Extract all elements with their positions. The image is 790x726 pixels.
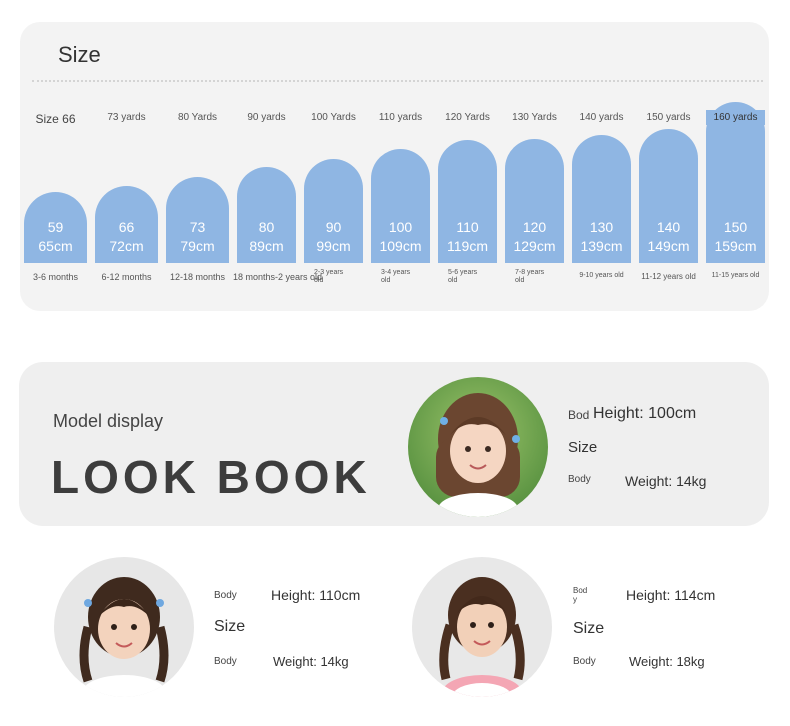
size-value: 59 xyxy=(47,219,64,235)
height-value: 65cm xyxy=(38,238,73,254)
size-bar: 73 79cm xyxy=(166,177,229,263)
age-label: 12-18 months xyxy=(169,272,226,282)
body-label: Bod xyxy=(568,408,590,422)
size-column: Size 66 59 65cm 3-6 months xyxy=(20,22,91,311)
body-label: Body xyxy=(214,590,237,601)
age-label: 11-15 years old xyxy=(711,272,760,279)
age-label: 11-12 years old xyxy=(641,272,696,281)
size-column: 100 Yards 90 99cm 2-3 years old xyxy=(300,22,367,311)
size-value: 66 xyxy=(118,219,135,235)
age-label: 6-12 months xyxy=(101,272,152,282)
height-value: 119cm xyxy=(447,238,488,254)
age-label: 9-10 years old xyxy=(579,272,624,279)
size-value: 110 xyxy=(456,219,479,235)
size-yard-label: 90 yards xyxy=(247,112,286,123)
size-column: 140 yards 130 139cm 9-10 years old xyxy=(568,22,635,311)
size-yard-label: 73 yards xyxy=(107,112,146,123)
weight-info: Weight: 14kg xyxy=(625,473,707,489)
size-label: Size xyxy=(573,620,605,637)
body-label: Body xyxy=(214,656,237,667)
age-label: 18 months-2 years old xyxy=(233,272,323,282)
size-value: 100 xyxy=(388,219,413,235)
size-yard-label: 130 Yards xyxy=(512,112,557,123)
height-value: 79cm xyxy=(180,238,215,254)
model-photo xyxy=(412,557,552,697)
size-chart-card: Size Size 66 59 65cm 3-6 months 73 yards… xyxy=(20,22,769,311)
height-value: 109cm xyxy=(379,238,422,254)
size-column: 130 Yards 120 129cm 7-8 years old xyxy=(501,22,568,311)
body-label: Body xyxy=(573,656,596,667)
size-value: 150 xyxy=(723,219,748,235)
height-value: 149cm xyxy=(647,238,690,254)
size-column: 80 Yards 73 79cm 12-18 months xyxy=(162,22,233,311)
weight-info: Weight: 14kg xyxy=(273,654,349,669)
size-bar: 140 149cm xyxy=(639,129,698,263)
model-photo xyxy=(54,557,194,697)
size-value: 120 xyxy=(522,219,547,235)
size-bar: 100 109cm xyxy=(371,149,430,263)
height-value: 129cm xyxy=(513,238,556,254)
lookbook-title: LOOK BOOK xyxy=(51,451,371,503)
size-bar: 59 65cm xyxy=(24,192,87,263)
height-info: Height: 114cm xyxy=(626,587,716,603)
height-value: 89cm xyxy=(249,238,284,254)
lookbook-subtitle: Model display xyxy=(53,411,164,431)
body-label: Body xyxy=(568,474,591,485)
size-bar: 120 129cm xyxy=(505,139,564,263)
size-value: 90 xyxy=(325,219,342,235)
size-yard-label: 160 yards xyxy=(706,110,765,125)
size-value: 80 xyxy=(258,219,275,235)
size-yard-label: 150 yards xyxy=(646,112,691,123)
size-value: 130 xyxy=(589,219,614,235)
size-label: Size xyxy=(214,618,246,635)
size-bar: 150 159cm xyxy=(706,102,765,263)
height-value: 159cm xyxy=(714,238,757,254)
size-value: 140 xyxy=(656,219,681,235)
size-column: 110 yards 100 109cm 3-4 years old xyxy=(367,22,434,311)
size-value: 73 xyxy=(189,219,206,235)
age-label: 5-6 years old xyxy=(448,269,478,284)
age-label: 3-4 years old xyxy=(381,269,411,284)
height-value: 72cm xyxy=(109,238,144,254)
size-yard-label: Size 66 xyxy=(35,112,76,126)
body-label: Bod y xyxy=(573,586,588,604)
size-column: 73 yards 66 72cm 6-12 months xyxy=(91,22,162,311)
size-column: 150 yards 140 149cm 11-12 years old xyxy=(635,22,702,311)
age-label: 7-8 years old xyxy=(515,269,545,284)
size-column: 120 Yards 110 119cm 5-6 years old xyxy=(434,22,501,311)
size-column: 90 yards 80 89cm 18 months-2 years old xyxy=(233,22,323,311)
model-photo xyxy=(408,377,548,517)
size-bar: 66 72cm xyxy=(95,186,158,263)
size-yard-label: 110 yards xyxy=(378,112,423,123)
height-info: Height: 110cm xyxy=(271,587,361,603)
age-label: 2-3 years old xyxy=(314,269,344,284)
size-yard-label: 80 Yards xyxy=(177,112,218,123)
size-bar: 130 139cm xyxy=(572,135,631,263)
size-bar: 80 89cm xyxy=(237,167,296,263)
size-yard-label: 120 Yards xyxy=(445,112,490,123)
height-value: 99cm xyxy=(316,238,351,254)
height-value: 139cm xyxy=(580,238,623,254)
age-label: 3-6 months xyxy=(32,272,79,282)
height-info: Height: 100cm xyxy=(593,405,697,422)
lookbook-banner: Model display LOOK BOOK xyxy=(19,362,769,526)
size-yard-label: 140 yards xyxy=(579,112,624,123)
size-bar: 110 119cm xyxy=(438,140,497,263)
size-column: 150 159cm 160 yards 11-15 years old xyxy=(702,22,769,311)
size-label: Size xyxy=(568,439,598,456)
weight-info: Weight: 18kg xyxy=(629,654,705,669)
size-bar: 90 99cm xyxy=(304,159,363,263)
size-yard-label: 100 Yards xyxy=(311,112,356,123)
